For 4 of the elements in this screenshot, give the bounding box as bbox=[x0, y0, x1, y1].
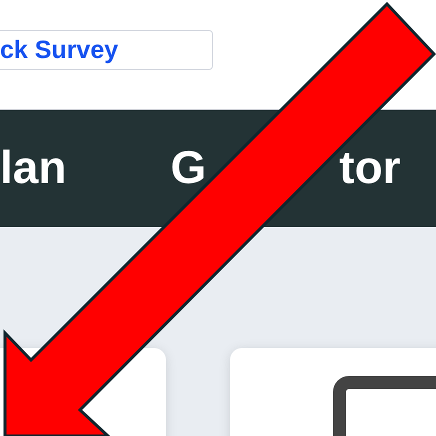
nav-text[interactable]: tor bbox=[339, 144, 401, 190]
nav-text[interactable]: lan bbox=[0, 144, 66, 190]
survey-field[interactable]: ck Survey bbox=[0, 30, 213, 70]
nav-text[interactable]: G bbox=[170, 144, 206, 190]
